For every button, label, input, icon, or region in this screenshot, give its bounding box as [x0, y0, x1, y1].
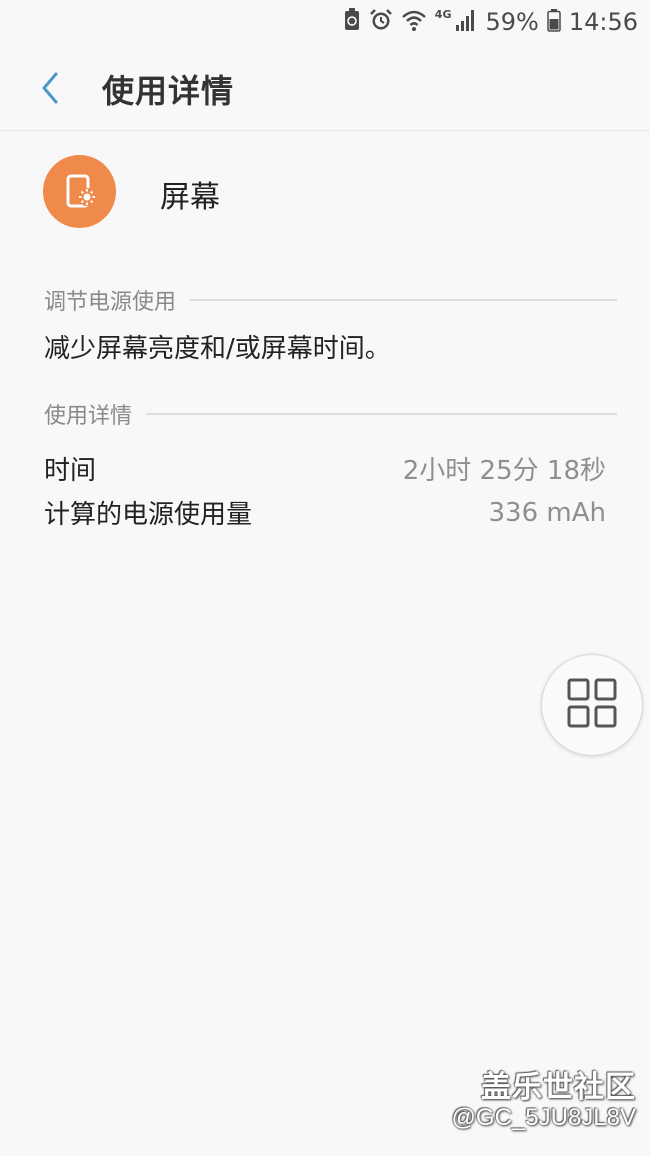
signal-icon: [455, 8, 477, 36]
section-header-details: 使用详情: [44, 398, 617, 430]
multi-window-button[interactable]: [541, 654, 643, 756]
status-bar: 4G 59% 14:56: [0, 0, 650, 44]
page-title: 使用详情: [102, 72, 235, 110]
detail-row-power: 计算的电源使用量 336 mAh: [44, 494, 606, 531]
app-name: 屏幕: [160, 180, 220, 215]
section-label: 使用详情: [44, 404, 133, 429]
back-button[interactable]: [30, 70, 70, 110]
power-tip-text: 减少屏幕亮度和/或屏幕时间。: [44, 334, 391, 364]
detail-value: 2小时 25分 18秒: [402, 456, 606, 486]
detail-value: 336 mAh: [488, 497, 606, 528]
battery-percent: 59%: [485, 8, 539, 36]
section-divider: [190, 299, 617, 301]
detail-label: 时间: [44, 456, 97, 486]
wifi-icon: [401, 8, 427, 36]
app-header: 使用详情: [0, 44, 650, 131]
status-time: 14:56: [568, 8, 638, 36]
section-divider: [146, 413, 617, 415]
network-type: 4G: [434, 7, 452, 21]
watermark-user: @GC_5JU8JL8V: [451, 1104, 636, 1131]
screen-brightness-icon: [43, 155, 116, 228]
section-label: 调节电源使用: [44, 290, 177, 315]
battery-saver-icon: [343, 8, 361, 36]
status-icons: 4G 59% 14:56: [343, 6, 638, 38]
watermark-brand: 盖乐世社区: [481, 1070, 636, 1105]
detail-label: 计算的电源使用量: [44, 500, 253, 530]
alarm-icon: [369, 8, 393, 36]
section-header-adjust: 调节电源使用: [44, 284, 617, 316]
chevron-left-icon: [39, 71, 61, 109]
battery-icon: [547, 8, 561, 36]
multi-window-grid-icon: [566, 677, 618, 733]
detail-row-time: 时间 2小时 25分 18秒: [44, 450, 606, 487]
